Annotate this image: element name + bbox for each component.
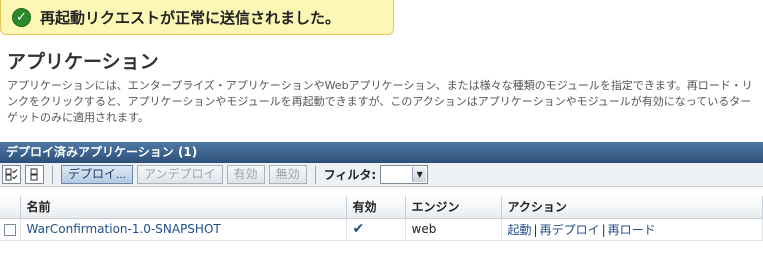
filter-label: フィルタ:	[323, 168, 377, 182]
deploy-button[interactable]: デプロイ...	[61, 165, 134, 184]
deselect-all-icon[interactable]	[25, 165, 44, 184]
launch-link[interactable]: 起動	[508, 223, 532, 237]
app-name-cell: WarConfirmation-1.0-SNAPSHOT	[20, 218, 347, 241]
table-row: WarConfirmation-1.0-SNAPSHOT ✔ web 起動 | 再デ…	[0, 218, 763, 241]
row-checkbox[interactable]	[4, 223, 16, 236]
table-toolbar: デプロイ... アンデプロイ 有効 無効 フィルタ: ▼	[0, 163, 763, 187]
column-header-name[interactable]: 名前	[20, 196, 347, 219]
row-select-cell	[0, 218, 21, 241]
disable-button[interactable]: 無効	[268, 165, 307, 184]
toolbar-separator	[314, 165, 316, 184]
app-name-link[interactable]: WarConfirmation-1.0-SNAPSHOT	[27, 222, 221, 236]
page-description: アプリケーションには、エンタープライズ・アプリケーションやWebアプリケーション…	[7, 79, 753, 124]
enabled-check-icon: ✔	[352, 221, 365, 237]
page-title: アプリケーション	[7, 51, 159, 73]
redeploy-link[interactable]: 再デプロイ	[540, 223, 600, 237]
applications-table: 名前 有効 エンジン アクション WarConfirmation-1.0-SNA…	[0, 196, 763, 241]
column-header-engine[interactable]: エンジン	[405, 196, 502, 219]
chevron-down-icon[interactable]: ▼	[412, 167, 427, 182]
column-header-actions: アクション	[501, 196, 763, 219]
action-separator: |	[601, 222, 606, 237]
actions-cell: 起動 | 再デプロイ | 再ロード	[501, 218, 763, 241]
check-circle-icon: ✓	[12, 7, 31, 27]
action-separator: |	[533, 222, 538, 237]
enabled-cell: ✔	[346, 218, 406, 241]
filter-select[interactable]: ▼	[380, 165, 429, 184]
select-column-header	[0, 196, 21, 219]
success-message-text: 再起動リクエストが正常に送信されました。	[40, 8, 341, 27]
reload-link[interactable]: 再ロード	[608, 223, 656, 237]
engine-cell: web	[405, 218, 502, 241]
deployed-applications-header: デプロイ済みアプリケーション (1)	[0, 142, 763, 163]
success-message: ✓ 再起動リクエストが正常に送信されました。	[0, 0, 394, 35]
table-header-row: 名前 有効 エンジン アクション	[0, 196, 763, 219]
column-header-enabled[interactable]: 有効	[346, 196, 406, 219]
toolbar-separator	[52, 165, 53, 184]
enable-button[interactable]: 有効	[226, 165, 265, 184]
undeploy-button[interactable]: アンデプロイ	[137, 165, 223, 184]
select-all-icon[interactable]	[2, 165, 21, 184]
